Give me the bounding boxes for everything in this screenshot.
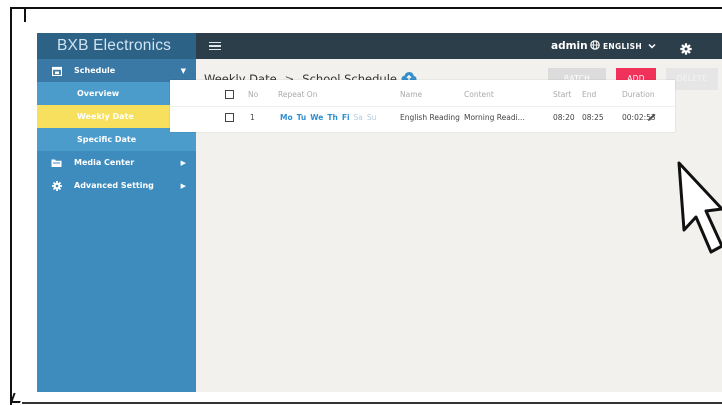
language-label: ENGLISH (603, 41, 642, 51)
column-header-content: Content (464, 89, 494, 99)
hamburger-icon[interactable] (209, 39, 221, 53)
row-name: English Reading (400, 113, 460, 122)
day-sa: Sa (353, 113, 363, 122)
language-selector[interactable]: ENGLISH (590, 33, 656, 59)
row-start: 08:20 (553, 113, 575, 122)
row-content: Morning Readi... (464, 113, 525, 122)
day-tu: Tu (296, 113, 307, 122)
gear-icon (51, 180, 62, 191)
globe-icon (590, 40, 600, 52)
table-header-row: No Repeat On Name Content Start End Dura… (170, 83, 675, 105)
user-name[interactable]: admin (551, 33, 588, 59)
calendar-icon (51, 65, 62, 76)
day-fi: Fi (341, 113, 350, 122)
day-we: We (310, 113, 324, 122)
sidebar-item-media-center[interactable]: Media Center ▶ (37, 151, 196, 174)
day-su: Su (366, 113, 377, 122)
sketch-bottom-edge (22, 402, 722, 404)
sidebar-item-schedule[interactable]: Schedule ▼ (37, 59, 196, 82)
row-no: 1 (250, 113, 255, 122)
sidebar-item-label: Media Center (74, 158, 135, 167)
settings-gear-icon[interactable] (680, 40, 692, 55)
repeat-days: Mo Tu We Th Fi Sa Su (280, 113, 380, 122)
top-bar: admin ENGLISH (196, 33, 722, 59)
sidebar-item-label: Schedule (74, 66, 116, 75)
folder-icon (51, 157, 62, 168)
sidebar-item-advanced-setting[interactable]: Advanced Setting ▶ (37, 174, 196, 197)
brand-title: BXB Electronics (37, 33, 196, 59)
day-th: Th (327, 113, 338, 122)
caret-down-icon: ▼ (180, 66, 186, 75)
column-header-no: No (248, 89, 259, 99)
caret-right-icon: ▶ (180, 158, 186, 167)
row-checkbox[interactable] (225, 113, 234, 122)
day-mo: Mo (280, 113, 293, 122)
sidebar-item-label: Advanced Setting (74, 181, 154, 190)
schedule-table: No Repeat On Name Content Start End Dura… (170, 80, 675, 132)
table-row[interactable]: 1 Mo Tu We Th Fi Sa Su English Reading Morning… (170, 106, 675, 128)
mouse-pointer-icon (676, 160, 722, 270)
edit-pencil-icon[interactable] (647, 112, 657, 122)
caret-right-icon: ▶ (180, 181, 186, 190)
column-header-end: End (582, 89, 597, 99)
column-header-duration: Duration (622, 89, 655, 99)
column-header-start: Start (553, 89, 572, 99)
column-header-repeat-on: Repeat On (278, 89, 318, 99)
sketch-frame-tick (10, 7, 26, 22)
column-header-name: Name (400, 89, 423, 99)
select-all-checkbox[interactable] (225, 89, 234, 99)
chevron-down-icon (648, 42, 656, 51)
row-end: 08:25 (582, 113, 604, 122)
